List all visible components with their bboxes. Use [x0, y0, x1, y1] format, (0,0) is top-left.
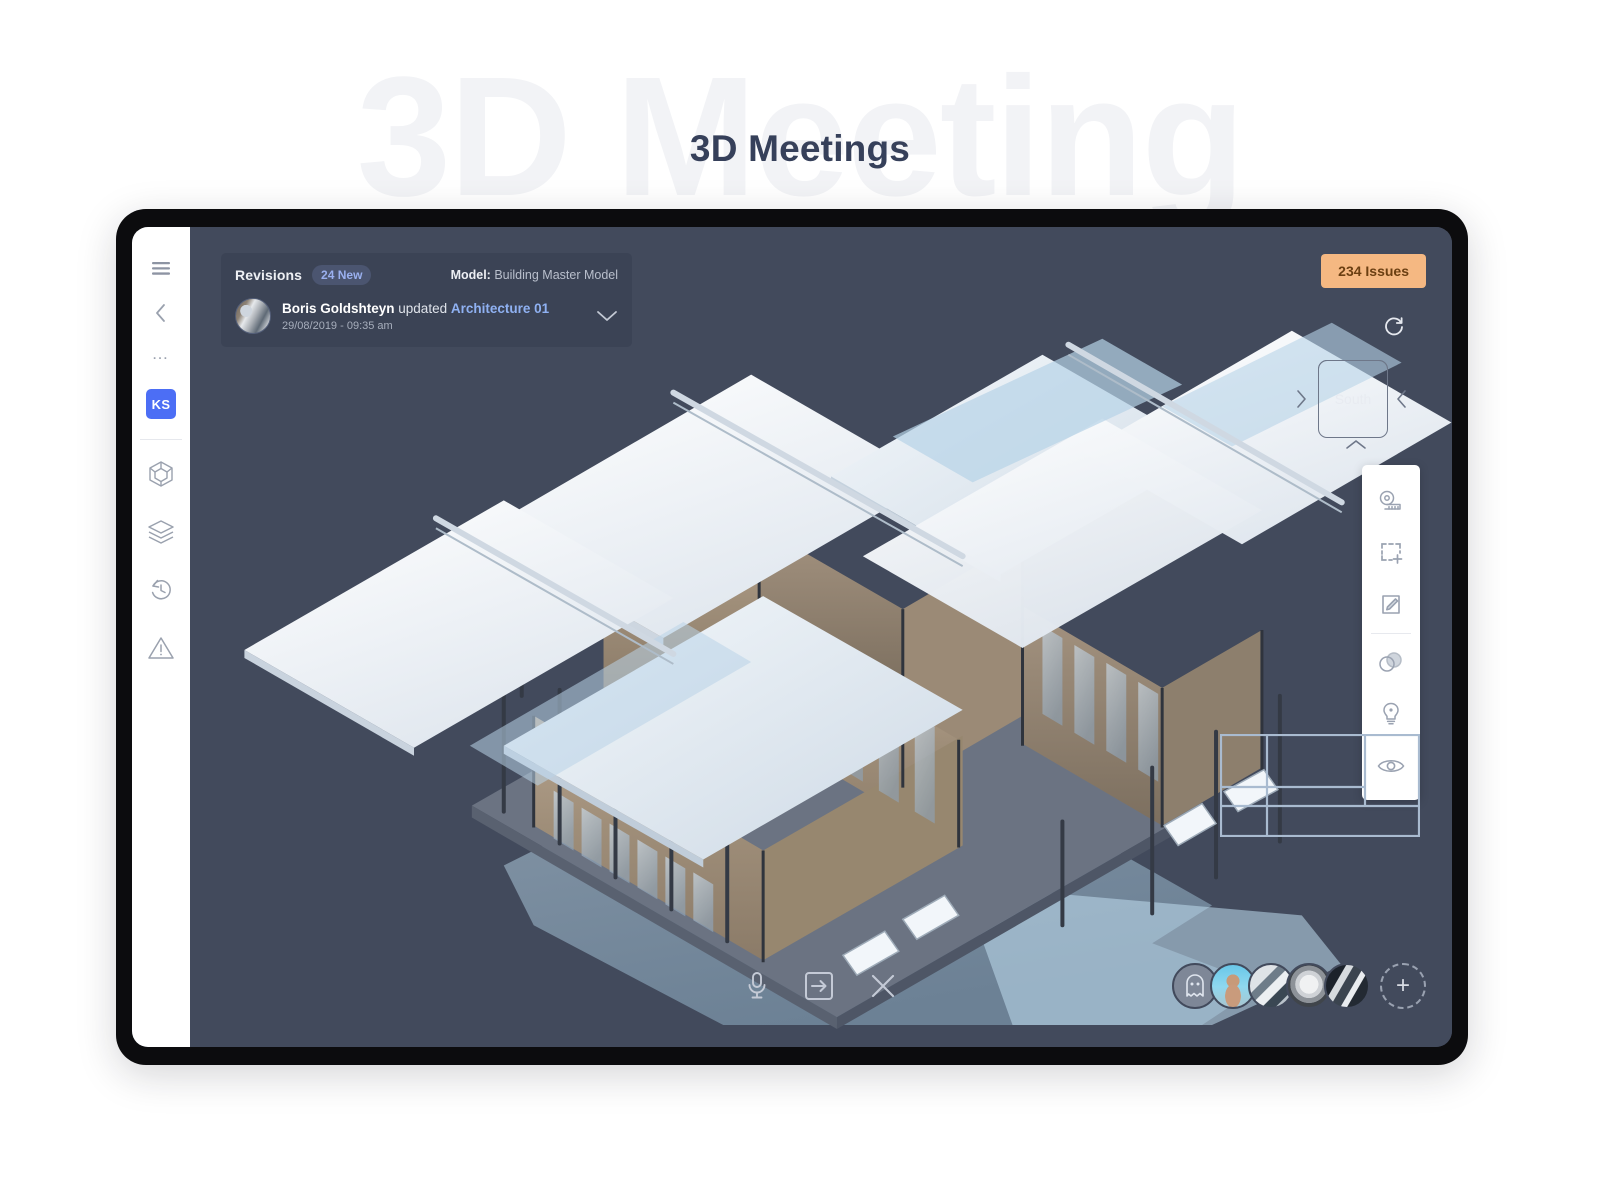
revision-summary: Boris Goldshteyn updated Architecture 01 [282, 301, 549, 316]
avatar [235, 298, 271, 334]
participant-5[interactable] [1324, 963, 1370, 1009]
add-participant-button[interactable]: + [1380, 963, 1426, 1009]
warning-triangle-icon[interactable] [141, 628, 181, 668]
hamburger-icon[interactable] [141, 249, 181, 289]
chevron-left-icon[interactable] [1294, 388, 1308, 415]
tablet-screen: … KS Revisions 24 New Model: Building Ma… [132, 227, 1452, 1047]
more-dots-icon[interactable]: … [141, 337, 181, 377]
close-icon[interactable] [870, 973, 896, 999]
microphone-icon[interactable] [746, 971, 768, 1001]
user-initials-badge[interactable]: KS [146, 389, 176, 419]
cube-icon[interactable] [141, 454, 181, 494]
call-controls [746, 971, 896, 1001]
revision-action: updated [398, 300, 448, 316]
model-name: Building Master Model [494, 268, 618, 282]
enter-room-icon[interactable] [804, 971, 834, 1001]
revisions-title: Revisions [235, 267, 303, 283]
revisions-new-badge[interactable]: 24 New [312, 265, 372, 285]
model-label: Model: [450, 268, 491, 282]
tablet-device-frame: … KS Revisions 24 New Model: Building Ma… [116, 209, 1468, 1065]
model-name-label: Model: Building Master Model [451, 268, 618, 282]
section-box-icon[interactable] [1362, 527, 1420, 579]
viewer-canvas[interactable]: Revisions 24 New Model: Building Master … [190, 227, 1452, 1047]
lightbulb-icon[interactable] [1362, 688, 1420, 740]
chevron-down-icon[interactable] [596, 309, 618, 323]
revision-text: Boris Goldshteyn updated Architecture 01… [282, 301, 549, 332]
markup-pencil-icon[interactable] [1362, 579, 1420, 631]
left-sidebar: … KS [132, 227, 190, 1047]
chevron-right-icon[interactable] [1395, 388, 1409, 415]
transparency-icon[interactable] [1362, 636, 1420, 688]
view-cube[interactable]: South [1290, 352, 1420, 462]
revisions-panel: Revisions 24 New Model: Building Master … [221, 253, 632, 347]
building-3d-model [244, 322, 1452, 1030]
revision-target-link[interactable]: Architecture 01 [451, 301, 549, 316]
revision-timestamp: 29/08/2019 - 09:35 am [282, 319, 393, 332]
chevron-up-icon[interactable] [1345, 438, 1367, 456]
revision-author: Boris Goldshteyn [282, 300, 395, 316]
view-cube-top[interactable] [1318, 360, 1388, 382]
floor-plan-minimap[interactable] [1220, 734, 1420, 837]
revision-entry[interactable]: Boris Goldshteyn updated Architecture 01… [235, 298, 618, 334]
issues-badge[interactable]: 234 Issues [1321, 254, 1426, 288]
bottom-bar: + [190, 955, 1452, 1047]
participants-list: + [1172, 963, 1426, 1009]
history-clock-icon[interactable] [141, 570, 181, 610]
page-root: 3D Meeting 3D Meetings … KS Revisions 24… [0, 0, 1600, 1200]
toolbar-divider [1371, 633, 1411, 634]
refresh-icon[interactable] [1383, 316, 1405, 343]
chevron-left-icon[interactable] [141, 293, 181, 333]
revisions-header: Revisions 24 New Model: Building Master … [235, 265, 618, 285]
measure-tape-icon[interactable] [1362, 475, 1420, 527]
sidebar-divider [140, 439, 182, 440]
layers-icon[interactable] [141, 512, 181, 552]
page-title: 3D Meetings [689, 128, 911, 169]
